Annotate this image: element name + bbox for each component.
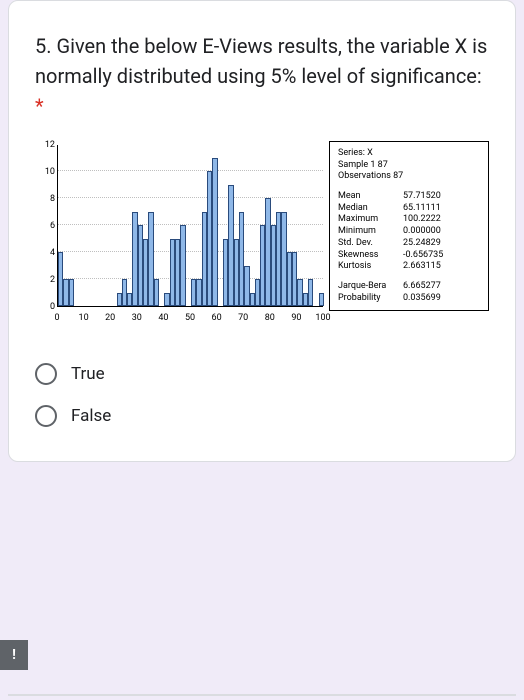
stats-header-line: Sample 1 87 (338, 160, 480, 172)
stats-header-line: Observations 87 (338, 171, 480, 183)
option-false[interactable]: False (35, 395, 489, 437)
stats-value: 57.71520 (403, 191, 480, 203)
option-label: False (71, 406, 111, 426)
x-tick: 100 (315, 313, 330, 323)
y-tick: 0 (37, 302, 55, 312)
x-tick: 20 (105, 313, 115, 323)
option-label: True (71, 364, 105, 384)
exclamation-icon: ! (12, 647, 16, 663)
x-tick: 0 (54, 313, 59, 323)
question-text: 5. Given the below E-Views results, the … (35, 31, 489, 121)
stats-value: 0.000000 (403, 226, 480, 238)
y-tick: 8 (37, 194, 55, 204)
stats-value: 65.11111 (403, 203, 480, 215)
y-tick: 12 (37, 140, 55, 150)
radio-icon (35, 405, 57, 427)
x-tick: 10 (79, 313, 89, 323)
histogram-bar (154, 279, 159, 306)
y-tick: 10 (37, 167, 55, 177)
x-tick: 70 (238, 313, 248, 323)
x-tick: 30 (132, 313, 142, 323)
y-tick: 6 (37, 221, 55, 231)
form-card: 5. Given the below E-Views results, the … (8, 0, 516, 462)
stats-value: 0.035699 (403, 293, 480, 305)
stats-label: Maximum (338, 214, 403, 226)
stats-value: 6.665277 (403, 281, 480, 293)
statistics-panel: Series: XSample 1 87Observations 87 Mean5… (329, 141, 489, 311)
stats-value: -0.656735 (403, 250, 480, 262)
divider (8, 694, 516, 696)
radio-icon (35, 363, 57, 385)
stats-value: 25.24829 (403, 238, 480, 250)
stats-label: Jarque-Bera (338, 281, 403, 293)
stats-label: Kurtosis (338, 261, 403, 273)
plot-area (57, 145, 323, 307)
figure: 0 2 4 6 8 10 12 0 10 20 30 40 50 60 70 80 90 100 Series: … (35, 141, 489, 331)
stats-row: Maximum100.2222 (338, 214, 480, 226)
x-tick: 50 (185, 313, 195, 323)
histogram-bar (319, 293, 324, 307)
y-tick: 4 (37, 248, 55, 258)
x-tick: 90 (291, 313, 301, 323)
stats-label: Minimum (338, 226, 403, 238)
stats-value: 100.2222 (403, 214, 480, 226)
stats-label: Mean (338, 191, 403, 203)
option-true[interactable]: True (35, 353, 489, 395)
question-body: 5. Given the below E-Views results, the … (35, 34, 487, 88)
x-tick: 60 (212, 313, 222, 323)
histogram-bar (212, 158, 217, 307)
stats-row: Mean57.71520 (338, 191, 480, 203)
stats-row: Probability0.035699 (338, 293, 480, 305)
histogram-bar (308, 279, 313, 306)
stats-label: Skewness (338, 250, 403, 262)
stats-row: Minimum0.000000 (338, 226, 480, 238)
stats-row: Jarque-Bera6.665277 (338, 281, 480, 293)
y-tick: 2 (37, 275, 55, 285)
stats-header-line: Series: X (338, 148, 480, 160)
stats-label: Std. Dev. (338, 238, 403, 250)
stats-label: Median (338, 203, 403, 215)
x-tick: 80 (265, 313, 275, 323)
histogram-bar (180, 225, 185, 306)
stats-row: Median65.11111 (338, 203, 480, 215)
stats-value: 2.663115 (403, 261, 480, 273)
histogram-chart: 0246810120102030405060708090100 (35, 141, 325, 331)
stats-row: Skewness-0.656735 (338, 250, 480, 262)
x-tick: 40 (158, 313, 168, 323)
required-marker: * (35, 94, 44, 118)
stats-row: Kurtosis2.663115 (338, 261, 480, 273)
stats-row: Std. Dev.25.24829 (338, 238, 480, 250)
error-badge[interactable]: ! (0, 640, 28, 670)
stats-label: Probability (338, 293, 403, 305)
histogram-bar (69, 279, 74, 306)
